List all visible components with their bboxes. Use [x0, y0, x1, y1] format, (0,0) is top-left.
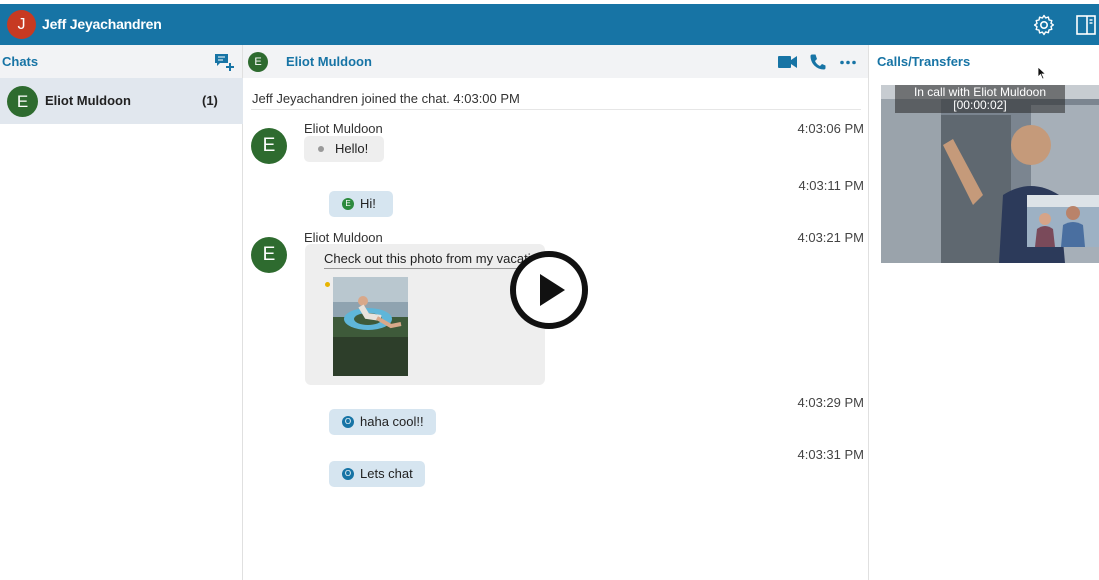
- read-receipt-avatar: E: [342, 198, 354, 210]
- more-icon[interactable]: [840, 60, 856, 65]
- calls-panel: Calls/Transfers In call with Eliot Muldo…: [869, 45, 1099, 580]
- message-time: 4:03:31 PM: [797, 447, 865, 462]
- calls-header: Calls/Transfers: [869, 45, 1099, 78]
- panel-toggle-icon[interactable]: [1074, 13, 1098, 37]
- chats-header: Chats: [0, 45, 242, 78]
- chat-list-item[interactable]: E Eliot Muldoon (1): [0, 78, 243, 124]
- video-call-window[interactable]: In call with Eliot Muldoon [00:00:02]: [881, 85, 1099, 263]
- phone-icon[interactable]: [809, 53, 827, 71]
- message-text: Hello!: [335, 141, 369, 156]
- top-bar: J Jeff Jeyachandren: [0, 4, 1099, 45]
- status-dot: [325, 282, 330, 287]
- message-text: Lets chat: [360, 466, 413, 481]
- unread-count: (1): [202, 93, 218, 108]
- read-receipt-avatar: O: [342, 468, 354, 480]
- gear-icon[interactable]: [1032, 13, 1056, 37]
- new-chat-icon[interactable]: [213, 52, 235, 72]
- call-timer: [00:00:02]: [953, 98, 1007, 112]
- vacation-photo-image[interactable]: [333, 277, 408, 376]
- chats-title: Chats: [2, 54, 39, 69]
- chat-name: Eliot Muldoon: [45, 93, 131, 108]
- sender-name: Eliot Muldoon: [304, 230, 383, 245]
- photo-caption: Check out this photo from my vacatio: [324, 251, 534, 269]
- message-bubble[interactable]: Hello!: [304, 136, 384, 162]
- chat-app: J Jeff Jeyachandren Chats E Eliot Muldoo…: [0, 0, 1099, 580]
- video-call-icon[interactable]: [778, 55, 798, 69]
- contact-name[interactable]: Eliot Muldoon: [286, 54, 372, 69]
- self-view-video[interactable]: [1027, 195, 1099, 247]
- contact-avatar: E: [248, 52, 268, 72]
- message-time: 4:03:06 PM: [797, 121, 865, 136]
- mouse-cursor-icon: [1037, 66, 1047, 80]
- user-name: Jeff Jeyachandren: [42, 16, 162, 32]
- message-text: haha cool!!: [360, 414, 424, 429]
- message-time: 4:03:11 PM: [798, 178, 864, 193]
- message-text: Hi!: [360, 196, 376, 211]
- message-time: 4:03:21 PM: [797, 230, 865, 245]
- calls-title: Calls/Transfers: [877, 54, 971, 69]
- call-status-text: In call with Eliot Muldoon [00:00:02]: [895, 85, 1065, 113]
- avatar: E: [7, 86, 38, 117]
- read-receipt-avatar: O: [342, 416, 354, 428]
- divider: [251, 109, 861, 110]
- sender-avatar: E: [251, 237, 287, 273]
- conversation-header: E Eliot Muldoon: [243, 45, 868, 78]
- message-time: 4:03:29 PM: [797, 395, 865, 410]
- status-dot: [318, 146, 324, 152]
- chats-sidebar: Chats E Eliot Muldoon (1): [0, 45, 243, 580]
- message-bubble[interactable]: E Hi!: [329, 191, 393, 217]
- sender-avatar: E: [251, 128, 287, 164]
- message-bubble[interactable]: O Lets chat: [329, 461, 425, 487]
- user-avatar[interactable]: J: [7, 10, 36, 39]
- sender-name: Eliot Muldoon: [304, 121, 383, 136]
- message-bubble[interactable]: O haha cool!!: [329, 409, 436, 435]
- play-icon[interactable]: [509, 250, 589, 330]
- system-message: Jeff Jeyachandren joined the chat. 4:03:…: [252, 91, 520, 106]
